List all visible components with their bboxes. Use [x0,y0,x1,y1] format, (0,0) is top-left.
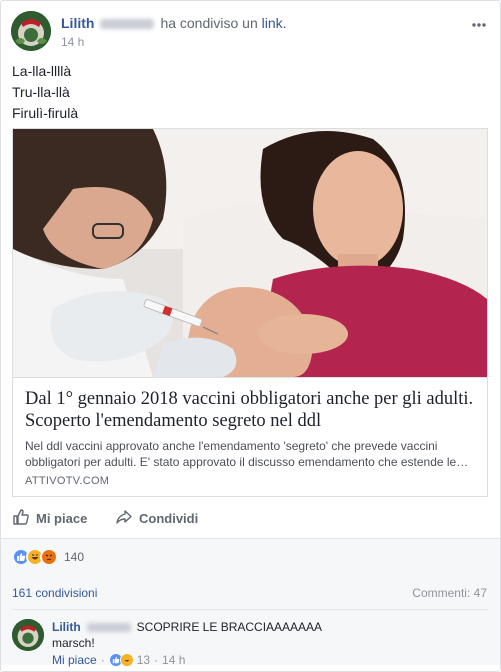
post-timestamp[interactable]: 14 h [61,35,84,49]
share-button[interactable]: Condividi [115,508,198,529]
like-button[interactable]: Mi piace [12,508,87,529]
redacted-surname [86,623,131,633]
author-avatar[interactable] [11,11,51,51]
author-line: Lilith ha condiviso un link. [61,15,287,31]
comment-meta: Mi piace · 13 · 14 h [52,653,185,667]
comment-author[interactable]: Lilith [52,620,81,634]
post-header: Lilith ha condiviso un link. 14 h [11,11,490,55]
redacted-surname [100,19,155,30]
reactions-summary[interactable]: 140 [12,548,84,566]
comment-avatar-image [12,619,44,651]
author-name[interactable]: Lilith [61,15,94,31]
more-icon[interactable] [472,11,486,32]
comment-reaction-count[interactable]: 13 [137,653,150,667]
comment-like-button[interactable]: Mi piace [52,653,97,667]
like-label: Mi piace [36,511,88,526]
reactions-count: 140 [64,550,85,564]
comment-line: Lilith SCOPRIRE LE BRACCIAAAAAAA [52,620,322,634]
angry-reaction-icon [40,548,58,566]
link-preview[interactable]: Dal 1° gennaio 2018 vaccini obbligatori … [12,128,488,497]
separator-dot: · [100,653,105,667]
separator-dot: · [154,653,159,667]
preview-text-block[interactable]: Dal 1° gennaio 2018 vaccini obbligatori … [13,377,487,496]
share-arrow-icon [115,508,139,529]
preview-image[interactable] [13,129,487,377]
preview-title[interactable]: Dal 1° gennaio 2018 vaccini obbligatori … [25,388,477,432]
post-actions: Mi piace Condividi [12,503,492,533]
feed-post: Lilith ha condiviso un link. 14 h La-lla-… [0,0,501,672]
preview-description: Nel ddl vaccini approvato anche l'emenda… [25,439,469,469]
post-time: 14 h [61,35,85,49]
stats-divider [12,609,488,610]
share-action-text: ha condiviso un [160,15,258,31]
thumbs-up-icon [12,508,36,529]
post-message: La-lla-llllà Tru-lla-llà Firulì-firulà [12,61,78,124]
comment-avatar[interactable] [12,619,44,651]
comment-text: SCOPRIRE LE BRACCIAAAAAAA [136,620,323,634]
comments-count[interactable]: Commenti: 47 [412,586,487,600]
comment-text-line2: marsch! [52,636,95,650]
post-line: Tru-lla-llà [12,84,70,100]
shares-count[interactable]: 161 condivisioni [12,586,97,600]
shared-link-word[interactable]: link. [262,15,287,31]
share-label: Condividi [139,511,199,526]
post-line: La-lla-llllà [12,63,72,79]
avatar-image [11,11,51,51]
preview-domain: ATTIVOTV.COM [25,475,110,487]
comment-time[interactable]: 14 h [162,653,185,667]
comment-item: Lilith SCOPRIRE LE BRACCIAAAAAAA marsch! … [12,619,488,671]
post-line: Firulì-firulà [12,105,79,121]
haha-reaction-icon [119,653,134,667]
